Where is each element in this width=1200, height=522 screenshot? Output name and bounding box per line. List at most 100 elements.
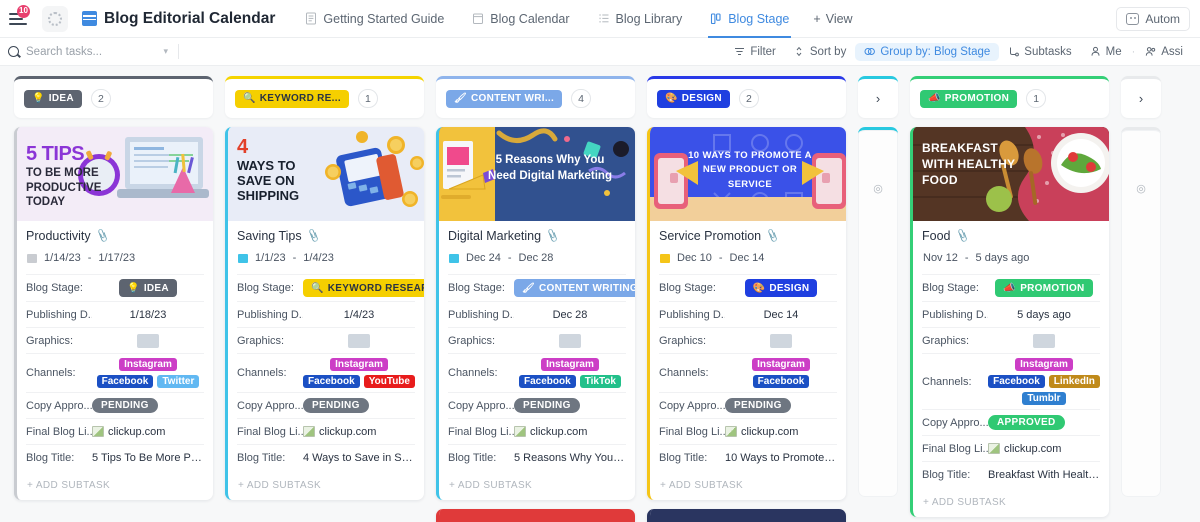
card-date-range[interactable]: 1/1/23 - 1/4/23 [237,252,415,264]
card-title[interactable]: Productivity 📎 [26,229,204,244]
chevron-down-icon[interactable]: ▾ [163,46,168,57]
channel-tag[interactable]: Facebook [96,375,154,388]
copy-approval-status[interactable]: PENDING [725,398,791,413]
task-card-partial[interactable] [436,509,635,522]
tab-blog-library[interactable]: Blog Library [584,0,697,38]
column-stage-pill[interactable]: 🖌 CONTENT WRI... [446,89,563,108]
tab-blog-stage[interactable]: Blog Stage [696,0,803,38]
field-label: Copy Appro... [26,399,92,412]
blog-stage-pill[interactable]: 📣 PROMOTION [995,279,1093,297]
final-blog-link[interactable]: clickup.com [303,426,376,438]
field-value[interactable]: Dec 28 [514,309,626,321]
sort-button[interactable]: Sort by [785,43,855,61]
expand-column-button[interactable]: › [858,76,898,118]
final-blog-link[interactable]: clickup.com [92,426,165,438]
field-value[interactable]: Dec 14 [725,309,837,321]
channel-tag[interactable]: Twitter [157,375,200,388]
copy-approval-status[interactable]: PENDING [92,398,158,413]
field-value: clickup.com [514,426,626,438]
card-title[interactable]: Saving Tips 📎 [237,229,415,244]
task-card[interactable]: 5 TIPS TO BE MORE PRODUCTIVE TODAY Product… [14,127,213,500]
field-value[interactable]: 5 Reasons Why You Nee... [514,452,626,464]
field-value[interactable]: 4 Ways to Save in Shippi... [303,452,415,464]
tab-getting-started-guide[interactable]: Getting Started Guide [291,0,458,38]
channel-tag[interactable]: Tumblr [1022,392,1066,405]
channel-tag[interactable]: YouTube [363,375,415,388]
collapsed-column-body[interactable]: ◎ [858,127,898,497]
blog-stage-pill[interactable]: 💡 IDEA [119,279,177,297]
final-blog-link[interactable]: clickup.com [725,426,798,438]
field-value[interactable] [725,333,837,348]
collapsed-column-body[interactable]: ◎ [1121,127,1161,497]
channel-tag[interactable]: Instagram [119,358,177,371]
column-header[interactable]: 🖌 CONTENT WRI... 4 [436,76,635,118]
field-value[interactable]: 10 Ways to Promote a N... [725,452,837,464]
filter-button[interactable]: Filter [725,43,785,61]
field-value[interactable]: Breakfast With Healthy F... [988,469,1100,481]
channel-tag[interactable]: Instagram [330,358,388,371]
expand-column-button[interactable]: › [1121,76,1161,118]
menu-icon[interactable]: 10 [8,4,30,30]
card-date-range[interactable]: Dec 10 - Dec 14 [659,252,837,264]
blog-stage-pill[interactable]: 🔍 KEYWORD RESEARCH [303,279,424,297]
card-date-range[interactable]: Dec 24 - Dec 28 [448,252,626,264]
channel-tag[interactable]: LinkedIn [1048,375,1100,388]
tab-blog-calendar[interactable]: Blog Calendar [458,0,583,38]
column-stage-pill[interactable]: 📣 PROMOTION [920,89,1018,108]
channel-tag[interactable]: Facebook [519,375,576,388]
group-by-button[interactable]: Group by: Blog Stage [855,42,1000,61]
channel-tag[interactable]: Facebook [752,375,810,388]
column-header[interactable]: 💡 IDEA 2 [14,76,213,118]
add-subtask-button[interactable]: + ADD SUBTASK [17,472,213,500]
field-value[interactable] [514,333,626,348]
field-value[interactable] [988,333,1100,348]
task-card-partial[interactable] [647,509,846,522]
task-card[interactable]: BREAKFAST WITH HEALTHY FOOD Food 📎 Nov 12 … [910,127,1109,517]
column-stage-pill[interactable]: 🎨 DESIGN [657,89,730,108]
add-subtask-button[interactable]: + ADD SUBTASK [439,472,635,500]
field-value[interactable]: 1/4/23 [303,309,415,321]
channel-tag[interactable]: Instagram [1015,358,1073,371]
field-value[interactable]: 5 days ago [988,309,1100,321]
channel-tag[interactable]: Facebook [303,375,360,388]
me-filter-button[interactable]: Me [1081,43,1131,61]
card-title[interactable]: Food 📎 [922,229,1100,244]
subtasks-button[interactable]: Subtasks [999,43,1080,61]
copy-approval-status[interactable]: PENDING [514,398,580,413]
final-blog-link[interactable]: clickup.com [988,443,1061,455]
add-view-button[interactable]: + View [803,12,862,26]
channel-tag[interactable]: Facebook [988,375,1045,388]
blog-stage-pill[interactable]: 🖌 CONTENT WRITING [514,279,635,297]
field-value[interactable]: 1/18/23 [92,309,204,321]
copy-approval-status[interactable]: PENDING [303,398,369,413]
final-blog-link[interactable]: clickup.com [514,426,587,438]
column-header[interactable]: 📣 PROMOTION 1 [910,76,1109,118]
automations-button[interactable]: Autom [1116,6,1190,31]
search-input[interactable]: Search tasks... ▾ [8,46,168,58]
add-subtask-button[interactable]: + ADD SUBTASK [913,489,1109,517]
copy-approval-status[interactable]: APPROVED [988,415,1065,430]
tab-label: Getting Started Guide [323,11,445,26]
card-date-range[interactable]: Nov 12 - 5 days ago [922,252,1100,264]
channel-tag[interactable]: Instagram [752,358,810,371]
channel-tag[interactable]: TikTok [579,375,621,388]
add-subtask-button[interactable]: + ADD SUBTASK [650,472,846,500]
task-card[interactable]: 4 WAYS TO SAVE ON SHIPPING Saving Tips 📎 1… [225,127,424,500]
task-card[interactable]: 10 WAYS TO PROMOTE A NEW PRODUCT OR SERVIC… [647,127,846,500]
card-title[interactable]: Service Promotion 📎 [659,229,837,244]
card-title[interactable]: Digital Marketing 📎 [448,229,626,244]
column-idea: 💡 IDEA 2 5 TIPS TO BE MORE PRODUCTIVE TO… [14,76,213,522]
channel-tag[interactable]: Instagram [541,358,599,371]
field-value[interactable]: 5 Tips To Be More Produ... [92,452,204,464]
blog-stage-pill[interactable]: 🎨 DESIGN [744,279,818,297]
field-value[interactable] [92,333,204,348]
column-stage-pill[interactable]: 💡 IDEA [24,89,82,108]
column-header[interactable]: 🔍 KEYWORD RE... 1 [225,76,424,118]
column-stage-pill[interactable]: 🔍 KEYWORD RE... [235,89,349,108]
assignees-button[interactable]: Assi [1136,43,1192,61]
card-date-range[interactable]: 1/14/23 - 1/17/23 [26,252,204,264]
add-subtask-button[interactable]: + ADD SUBTASK [228,472,424,500]
task-card[interactable]: 5 Reasons Why You Need Digital Marketing … [436,127,635,500]
column-header[interactable]: 🎨 DESIGN 2 [647,76,846,118]
field-value[interactable] [303,333,415,348]
